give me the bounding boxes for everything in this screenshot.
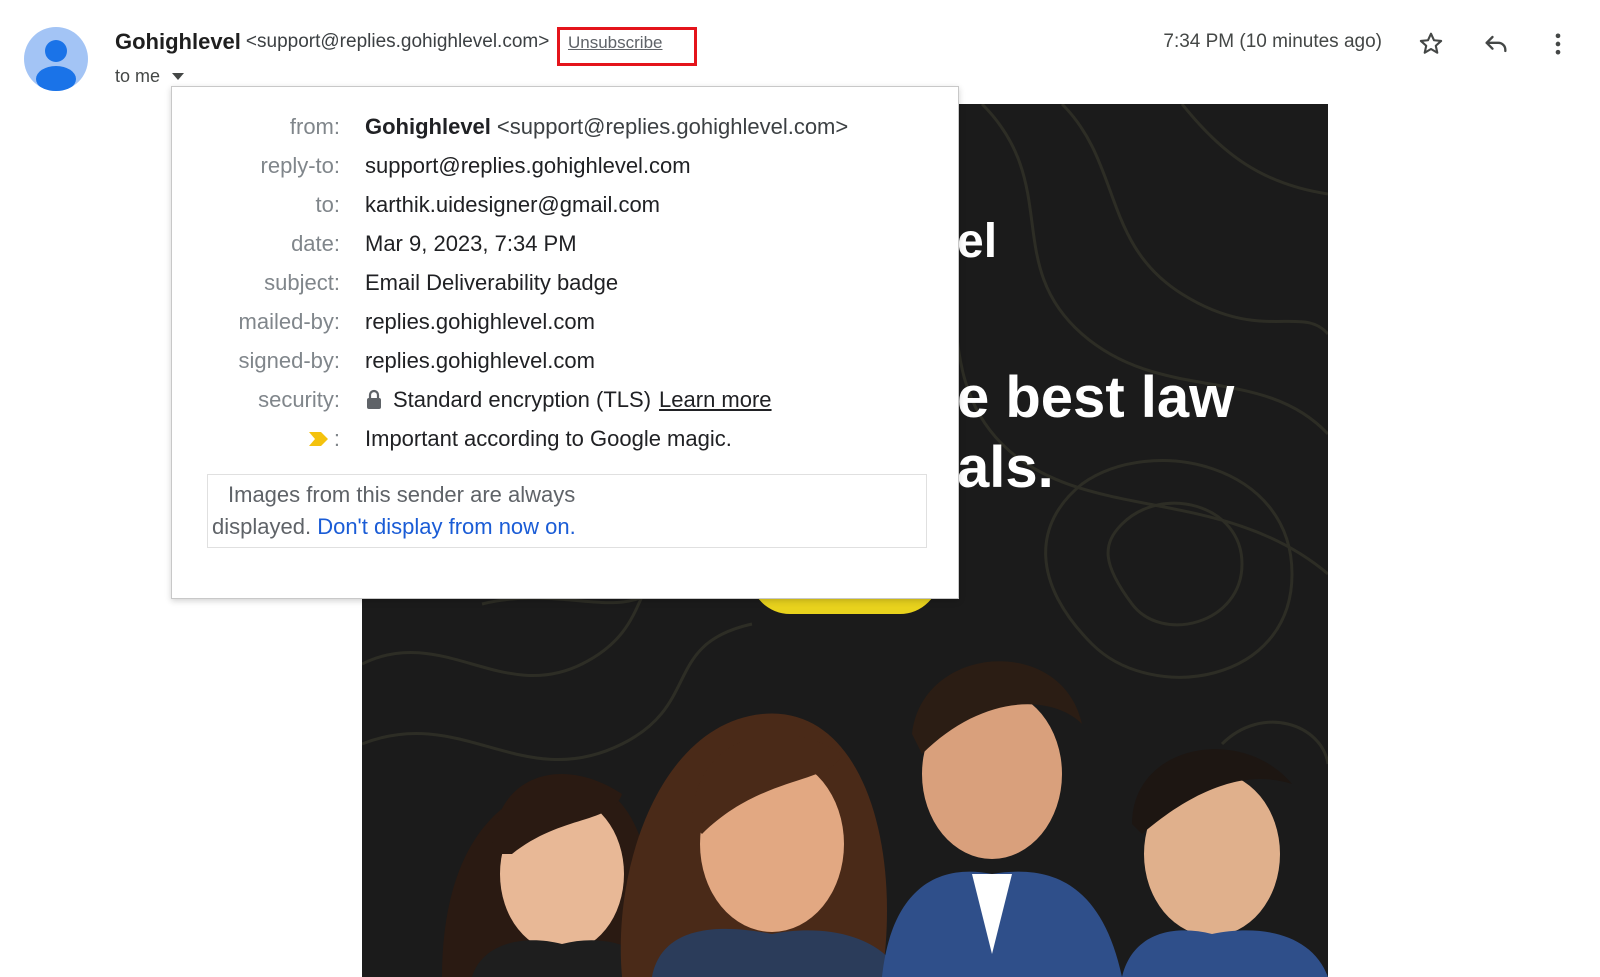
email-view: Gohighlevel <support@replies.gohighlevel… bbox=[0, 0, 1600, 977]
subject-value: Email Deliverability badge bbox=[365, 270, 619, 295]
security-text: Standard encryption (TLS) bbox=[393, 387, 652, 412]
details-row-reply-to: reply-to: support@replies.gohighlevel.co… bbox=[172, 149, 960, 183]
sender-avatar[interactable] bbox=[24, 27, 88, 91]
reply-icon bbox=[1485, 35, 1507, 53]
details-row-importance: : Important according to Google magic. bbox=[172, 422, 960, 456]
subject-label: subject: bbox=[264, 270, 340, 295]
importance-label: : bbox=[172, 426, 340, 452]
mailed-by-label: mailed-by: bbox=[238, 309, 340, 334]
more-vert-icon bbox=[1555, 33, 1561, 55]
images-display-notice: Images from this sender are always displ… bbox=[207, 474, 927, 548]
details-row-to: to: karthik.uidesigner@gmail.com bbox=[172, 188, 960, 222]
sender-line: Gohighlevel <support@replies.gohighlevel… bbox=[115, 26, 549, 58]
mailed-by-value: replies.gohighlevel.com bbox=[365, 309, 595, 334]
headline-fragment-3: als. bbox=[957, 435, 1054, 500]
importance-value: Important according to Google magic. bbox=[365, 426, 732, 451]
importance-colon: : bbox=[333, 426, 340, 451]
sender-name[interactable]: Gohighlevel bbox=[115, 29, 241, 55]
reply-to-value: support@replies.gohighlevel.com bbox=[365, 153, 691, 178]
person-icon bbox=[36, 40, 76, 91]
sender-email: <support@replies.gohighlevel.com> bbox=[245, 31, 550, 52]
from-label: from: bbox=[289, 114, 340, 139]
recipient-toggle[interactable]: to me bbox=[115, 64, 185, 88]
details-row-mailed-by: mailed-by: replies.gohighlevel.com bbox=[172, 305, 960, 339]
details-row-subject: subject: Email Deliverability badge bbox=[172, 266, 960, 300]
from-value: Gohighlevel <support@replies.gohighlevel… bbox=[365, 114, 848, 140]
more-options-button[interactable] bbox=[1540, 26, 1576, 62]
headline-fragment-2: e best law bbox=[957, 365, 1235, 430]
unsubscribe-link[interactable]: Unsubscribe bbox=[568, 33, 663, 55]
images-note-text-2: displayed. bbox=[212, 514, 312, 539]
headline-fragment-1: el bbox=[957, 215, 998, 268]
date-value: Mar 9, 2023, 7:34 PM bbox=[365, 231, 577, 256]
lock-icon bbox=[367, 389, 381, 409]
images-note-line-2: displayed. Don't display from now on. bbox=[212, 511, 576, 543]
recipient-label: to me bbox=[115, 65, 161, 86]
message-details-popup: from: Gohighlevel <support@replies.gohig… bbox=[171, 86, 959, 599]
timestamp: 7:34 PM (10 minutes ago) bbox=[1163, 31, 1382, 52]
importance-marker-icon bbox=[308, 432, 328, 446]
security-label: security: bbox=[258, 387, 340, 412]
learn-more-link[interactable]: Learn more bbox=[659, 387, 772, 413]
to-label: to: bbox=[315, 192, 340, 217]
dont-display-link[interactable]: Don't display from now on. bbox=[317, 514, 576, 539]
reply-to-label: reply-to: bbox=[260, 153, 340, 178]
security-value: Standard encryption (TLS) Learn more bbox=[365, 387, 772, 413]
from-email: <support@replies.gohighlevel.com> bbox=[496, 114, 849, 139]
details-row-signed-by: signed-by: replies.gohighlevel.com bbox=[172, 344, 960, 378]
details-row-date: date: Mar 9, 2023, 7:34 PM bbox=[172, 227, 960, 261]
signed-by-value: replies.gohighlevel.com bbox=[365, 348, 595, 373]
signed-by-label: signed-by: bbox=[238, 348, 340, 373]
details-row-security: security: Standard encryption (TLS) Lear… bbox=[172, 383, 960, 417]
details-row-from: from: Gohighlevel <support@replies.gohig… bbox=[172, 110, 960, 144]
star-button[interactable] bbox=[1413, 26, 1449, 62]
reply-button[interactable] bbox=[1478, 26, 1514, 62]
to-value: karthik.uidesigner@gmail.com bbox=[365, 192, 661, 217]
star-icon bbox=[1419, 32, 1443, 54]
from-name: Gohighlevel bbox=[365, 114, 491, 139]
date-label: date: bbox=[291, 231, 340, 256]
images-note-text-1: Images from this sender are always bbox=[228, 482, 576, 507]
chevron-down-icon[interactable] bbox=[172, 72, 185, 80]
team-photo bbox=[442, 661, 1328, 977]
